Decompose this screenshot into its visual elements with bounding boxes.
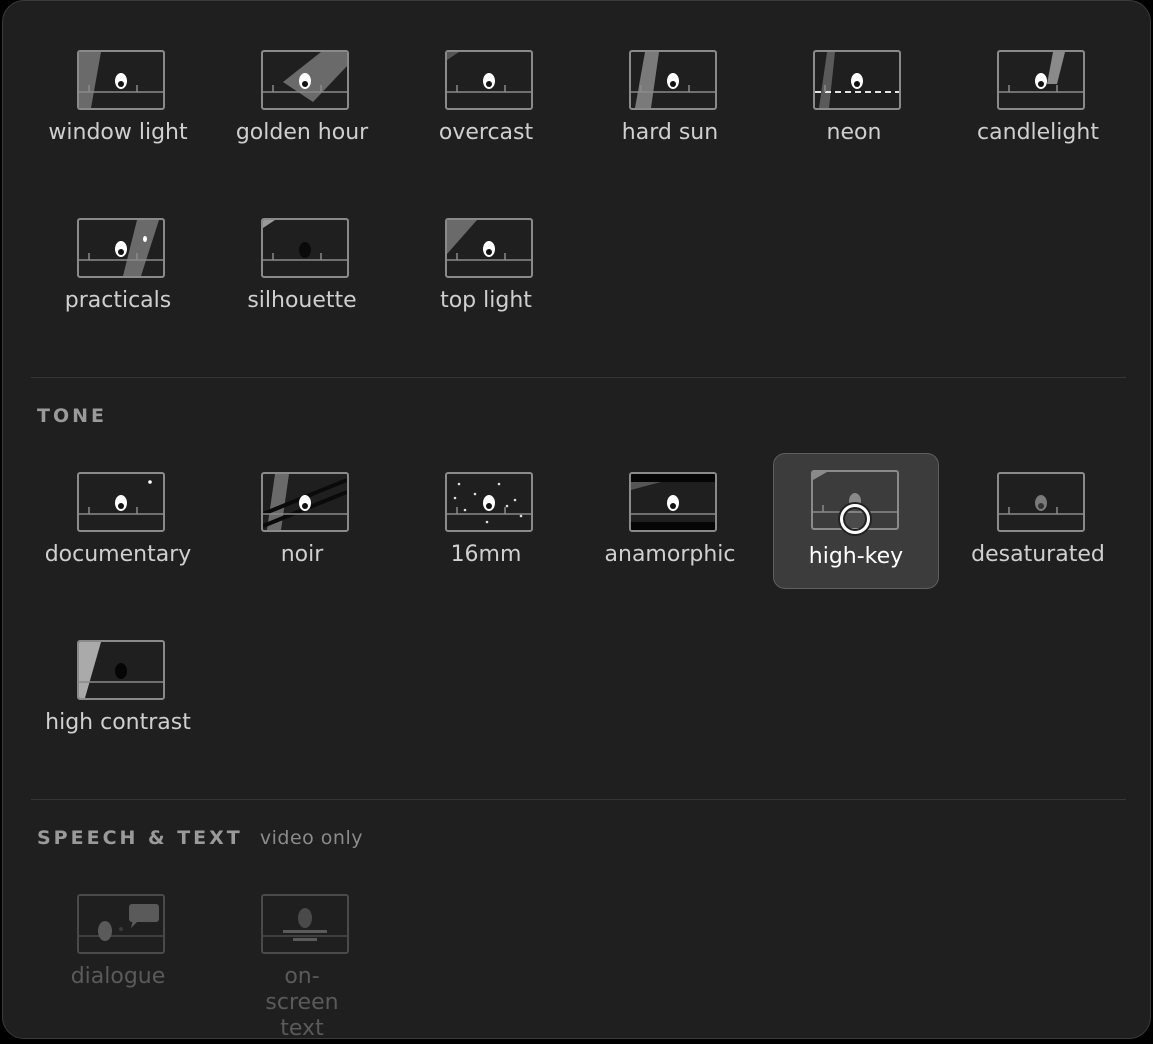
tile-dialogue: dialogue bbox=[35, 877, 201, 1013]
silhouette-thumbnail-icon bbox=[261, 218, 349, 278]
tile-anamorphic[interactable]: anamorphic bbox=[587, 455, 753, 591]
tile-candlelight[interactable]: candlelight bbox=[955, 33, 1121, 169]
tile-documentary[interactable]: documentary bbox=[35, 455, 201, 591]
tile-label: top light bbox=[440, 288, 532, 313]
section-divider bbox=[31, 799, 1126, 800]
top-light-thumbnail-icon bbox=[445, 218, 533, 278]
tile-16mm[interactable]: 16mm bbox=[403, 455, 569, 591]
tile-label: hard sun bbox=[621, 120, 719, 145]
candlelight-thumbnail-icon bbox=[997, 50, 1085, 110]
tile-label: 16mm bbox=[450, 542, 522, 567]
tile-top-light[interactable]: top light bbox=[403, 201, 569, 337]
tile-hard-sun[interactable]: hard sun bbox=[587, 33, 753, 169]
tile-label: dialogue bbox=[70, 964, 166, 989]
window-light-thumbnail-icon bbox=[77, 50, 165, 110]
tile-silhouette[interactable]: silhouette bbox=[219, 201, 385, 337]
speech-section-header: SPEECH & TEXT video only bbox=[37, 827, 363, 849]
tile-label: high-key bbox=[808, 544, 904, 569]
golden-hour-thumbnail-icon bbox=[261, 50, 349, 110]
section-divider bbox=[31, 377, 1126, 378]
tone-section-header: TONE bbox=[37, 405, 107, 427]
tile-on-screen-text: on-screen text bbox=[219, 877, 385, 1038]
on-screen-text-thumbnail-icon bbox=[261, 894, 349, 954]
hard-sun-thumbnail-icon bbox=[629, 50, 717, 110]
anamorphic-thumbnail-icon bbox=[629, 472, 717, 532]
tile-label: anamorphic bbox=[604, 542, 736, 567]
documentary-thumbnail-icon bbox=[77, 472, 165, 532]
tile-label: high contrast bbox=[45, 710, 191, 735]
tile-label: desaturated bbox=[971, 542, 1105, 567]
tile-noir[interactable]: noir bbox=[219, 455, 385, 591]
tile-label: neon bbox=[826, 120, 882, 145]
tile-label: silhouette bbox=[247, 288, 357, 313]
tile-label: documentary bbox=[44, 542, 192, 567]
tile-golden-hour[interactable]: golden hour bbox=[219, 33, 385, 169]
tile-high-contrast[interactable]: high contrast bbox=[35, 623, 201, 759]
tile-neon[interactable]: neon bbox=[771, 33, 937, 169]
tile-label: window light bbox=[48, 120, 188, 145]
16mm-thumbnail-icon bbox=[445, 472, 533, 532]
tile-label: candlelight bbox=[977, 120, 1099, 145]
pointer-cursor-icon bbox=[840, 504, 870, 534]
high-contrast-thumbnail-icon bbox=[77, 640, 165, 700]
desaturated-thumbnail-icon bbox=[997, 472, 1085, 532]
tile-label: on-screen text bbox=[265, 964, 339, 1039]
practicals-thumbnail-icon bbox=[77, 218, 165, 278]
tile-desaturated[interactable]: desaturated bbox=[955, 455, 1121, 591]
noir-thumbnail-icon bbox=[261, 472, 349, 532]
tile-label: golden hour bbox=[235, 120, 369, 145]
tile-label: practicals bbox=[64, 288, 172, 313]
neon-thumbnail-icon bbox=[813, 50, 901, 110]
section-title: TONE bbox=[37, 405, 107, 427]
tile-overcast[interactable]: overcast bbox=[403, 33, 569, 169]
dialogue-thumbnail-icon bbox=[77, 894, 165, 954]
section-subtitle: video only bbox=[259, 827, 363, 849]
tile-label: noir bbox=[280, 542, 324, 567]
tile-label: overcast bbox=[438, 120, 534, 145]
style-picker-panel: window light golden hour overcast hard s… bbox=[2, 0, 1151, 1039]
tile-high-key[interactable]: high-key bbox=[773, 453, 939, 589]
tile-window-light[interactable]: window light bbox=[35, 33, 201, 169]
section-title: SPEECH & TEXT bbox=[37, 827, 243, 849]
tile-practicals[interactable]: practicals bbox=[35, 201, 201, 337]
overcast-thumbnail-icon bbox=[445, 50, 533, 110]
